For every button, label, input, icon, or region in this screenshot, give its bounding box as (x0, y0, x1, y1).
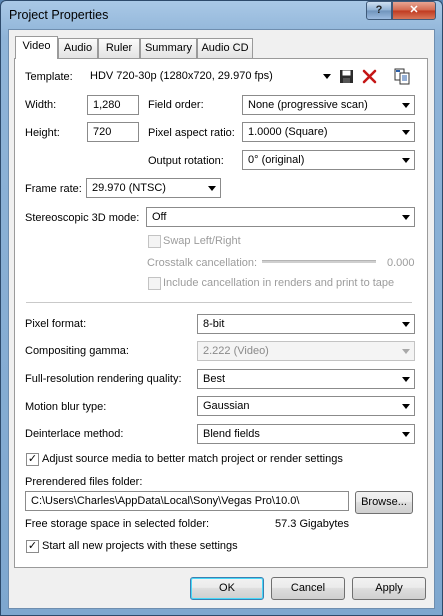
motion-blur-value: Gaussian (203, 400, 250, 412)
width-input[interactable]: 1,280 (87, 95, 139, 115)
motion-blur-label: Motion blur type: (25, 401, 107, 413)
stereo-mode-value: Off (152, 211, 167, 223)
output-rotation-value: 0° (original) (248, 154, 305, 166)
swap-left-right-label: Swap Left/Right (163, 235, 241, 247)
pixel-format-label: Pixel format: (25, 318, 87, 330)
include-cancellation-label: Include cancellation in renders and prin… (163, 277, 395, 289)
free-storage-value: 57.3 Gigabytes (275, 518, 349, 530)
tab-audio-cd[interactable]: Audio CD (197, 38, 253, 58)
tab-summary[interactable]: Summary (140, 38, 197, 58)
deinterlace-label: Deinterlace method: (25, 428, 124, 440)
field-order-value: None (progressive scan) (248, 99, 368, 111)
delete-icon[interactable] (362, 69, 378, 85)
chevron-down-icon (208, 186, 216, 191)
output-rotation-label: Output rotation: (148, 155, 224, 167)
start-all-projects-label: Start all new projects with these settin… (42, 540, 238, 552)
close-button[interactable]: ✕ (392, 1, 436, 20)
free-storage-label: Free storage space in selected folder: (25, 518, 210, 530)
tab-ruler[interactable]: Ruler (98, 38, 140, 58)
crosstalk-slider[interactable] (262, 260, 376, 263)
start-all-projects-checkbox[interactable]: ✓ (26, 540, 39, 553)
deinterlace-dropdown[interactable]: Blend fields (197, 424, 415, 444)
chevron-down-icon (402, 103, 410, 108)
pixel-aspect-value: 1.0000 (Square) (248, 126, 328, 138)
apply-button[interactable]: Apply (352, 577, 426, 600)
height-input[interactable]: 720 (87, 122, 139, 142)
prerendered-folder-label: Prerendered files folder: (25, 476, 143, 488)
save-icon[interactable] (339, 69, 355, 85)
help-button[interactable]: ? (366, 1, 392, 20)
compositing-gamma-dropdown[interactable]: 2.222 (Video) (197, 341, 415, 361)
browse-button[interactable]: Browse... (355, 491, 413, 514)
swap-left-right-checkbox[interactable] (148, 235, 161, 248)
copy-icon[interactable] (394, 68, 410, 85)
chevron-down-icon (402, 322, 410, 327)
window-title: Project Properties (9, 8, 109, 22)
chevron-down-icon (402, 130, 410, 135)
cancel-button[interactable]: Cancel (271, 577, 345, 600)
ok-button[interactable]: OK (190, 577, 264, 600)
frame-rate-dropdown[interactable]: 29.970 (NTSC) (86, 178, 221, 198)
adjust-source-label: Adjust source media to better match proj… (42, 453, 343, 465)
include-cancellation-checkbox[interactable] (148, 277, 161, 290)
deinterlace-value: Blend fields (203, 428, 260, 440)
motion-blur-dropdown[interactable]: Gaussian (197, 396, 415, 416)
render-quality-value: Best (203, 373, 226, 385)
compositing-gamma-value: 2.222 (Video) (203, 345, 269, 357)
template-dropdown[interactable]: HDV 720-30p (1280x720, 29.970 fps) (86, 67, 334, 87)
frame-rate-label: Frame rate: (25, 183, 82, 195)
template-label: Template: (25, 71, 73, 83)
stereo-mode-label: Stereoscopic 3D mode: (25, 212, 140, 224)
height-label: Height: (25, 127, 60, 139)
render-quality-dropdown[interactable]: Best (197, 369, 415, 389)
frame-rate-value: 29.970 (NTSC) (92, 182, 166, 194)
compositing-gamma-label: Compositing gamma: (25, 345, 129, 357)
pixel-aspect-dropdown[interactable]: 1.0000 (Square) (242, 122, 415, 142)
tab-video[interactable]: Video (15, 36, 58, 59)
pixel-format-value: 8-bit (203, 318, 225, 330)
template-value: HDV 720-30p (1280x720, 29.970 fps) (90, 70, 273, 82)
tab-audio[interactable]: Audio (58, 38, 98, 58)
crosstalk-value: 0.000 (387, 257, 415, 269)
chevron-down-icon (323, 74, 331, 79)
chevron-down-icon (402, 377, 410, 382)
stereo-mode-dropdown[interactable]: Off (146, 207, 415, 227)
width-label: Width: (25, 99, 57, 111)
chevron-down-icon (402, 215, 410, 220)
adjust-source-checkbox[interactable]: ✓ (26, 453, 39, 466)
crosstalk-label: Crosstalk cancellation: (147, 257, 258, 269)
divider (26, 302, 412, 303)
field-order-label: Field order: (148, 99, 204, 111)
pixel-aspect-label: Pixel aspect ratio: (148, 127, 235, 139)
field-order-dropdown[interactable]: None (progressive scan) (242, 95, 415, 115)
chevron-down-icon (402, 404, 410, 409)
prerendered-folder-input[interactable]: C:\Users\Charles\AppData\Local\Sony\Vega… (25, 491, 349, 511)
pixel-format-dropdown[interactable]: 8-bit (197, 314, 415, 334)
chevron-down-icon (402, 158, 410, 163)
render-quality-label: Full-resolution rendering quality: (25, 373, 182, 385)
chevron-down-icon (402, 349, 410, 354)
chevron-down-icon (402, 432, 410, 437)
output-rotation-dropdown[interactable]: 0° (original) (242, 150, 415, 170)
